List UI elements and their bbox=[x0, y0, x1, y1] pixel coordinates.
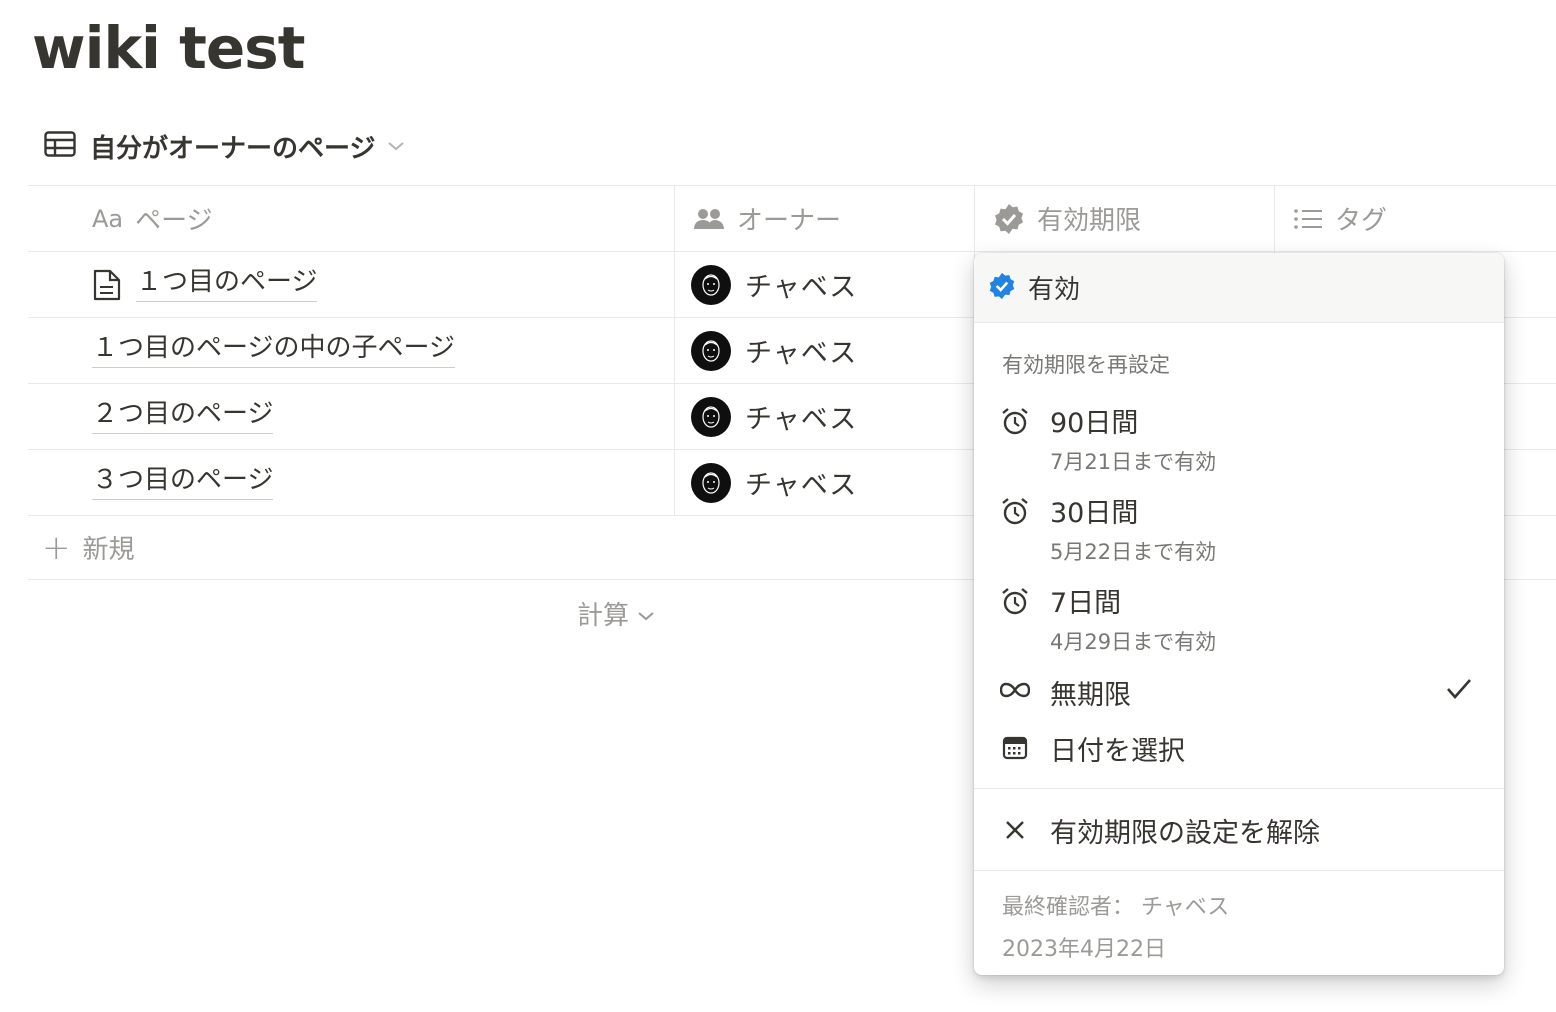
last-verified-date: 2023年4月22日 bbox=[1002, 937, 1166, 962]
verification-popup: 有効 有効期限を再設定 90日間 7月21日まで有効 30日間 5月22日まで有… bbox=[974, 253, 1504, 975]
column-header-tags[interactable]: タグ bbox=[1275, 186, 1556, 251]
document-icon bbox=[92, 268, 122, 302]
page-cell[interactable]: １つ目のページの中の子ページ bbox=[28, 318, 675, 383]
option-sublabel: 4月29日まで有効 bbox=[1050, 630, 1217, 654]
remove-verification-button[interactable]: 有効期限の設定を解除 bbox=[974, 811, 1504, 851]
page-name-link[interactable]: ２つ目のページ bbox=[92, 399, 274, 434]
verified-badge-icon bbox=[988, 272, 1016, 304]
new-row-label: 新規 bbox=[82, 535, 135, 565]
column-header-label: タグ bbox=[1335, 206, 1388, 236]
column-header-page[interactable]: Aa ページ bbox=[28, 186, 675, 251]
close-icon bbox=[1000, 819, 1030, 841]
column-header-verification[interactable]: 有効期限 bbox=[975, 186, 1275, 251]
list-icon bbox=[1293, 207, 1323, 231]
chevron-down-icon bbox=[387, 137, 405, 156]
option-label: 30日間 bbox=[1050, 498, 1139, 529]
view-tab-owned-pages[interactable]: 自分がオーナーのページ bbox=[44, 126, 405, 166]
page-cell[interactable]: ２つ目のページ bbox=[28, 384, 675, 449]
option-label: 無期限 bbox=[1050, 680, 1131, 711]
text-property-icon: Aa bbox=[92, 204, 124, 233]
remove-verification-label: 有効期限の設定を解除 bbox=[1050, 818, 1320, 849]
page-name-link[interactable]: １つ目のページの中の子ページ bbox=[92, 333, 455, 368]
page-title: wiki test bbox=[32, 14, 305, 82]
avatar bbox=[691, 264, 731, 305]
column-header-label: オーナー bbox=[737, 206, 842, 236]
table-icon bbox=[44, 131, 76, 161]
option-sublabel: 5月22日まで有効 bbox=[1050, 540, 1217, 564]
option-90-days[interactable]: 90日間 7月21日まで有効 bbox=[974, 401, 1504, 481]
option-label: 日付を選択 bbox=[1050, 736, 1185, 767]
owner-cell[interactable]: チャベス bbox=[675, 384, 975, 449]
option-sublabel: 7月21日まで有効 bbox=[1050, 450, 1217, 474]
owner-name: チャベス bbox=[745, 470, 858, 501]
verification-status-label: 有効 bbox=[1028, 275, 1081, 305]
owner-name: チャベス bbox=[745, 272, 858, 303]
people-icon bbox=[693, 207, 725, 231]
page-name-link[interactable]: ３つ目のページ bbox=[92, 465, 274, 500]
infinity-icon bbox=[1000, 681, 1030, 699]
divider bbox=[974, 788, 1504, 789]
owner-cell[interactable]: チャベス bbox=[675, 318, 975, 383]
page-cell[interactable]: １つ目のページ bbox=[28, 252, 675, 317]
option-7-days[interactable]: 7日間 4月29日まで有効 bbox=[974, 581, 1504, 661]
verified-badge-icon bbox=[993, 203, 1025, 235]
owner-name: チャベス bbox=[745, 404, 858, 435]
calendar-icon bbox=[1000, 735, 1030, 761]
column-header-label: ページ bbox=[135, 206, 213, 236]
page-cell[interactable]: ３つ目のページ bbox=[28, 450, 675, 515]
avatar bbox=[691, 396, 731, 437]
column-header-owner[interactable]: オーナー bbox=[675, 186, 975, 251]
alarm-clock-icon bbox=[1000, 497, 1030, 527]
option-pick-date[interactable]: 日付を選択 bbox=[974, 729, 1504, 769]
last-verified-by: 最終確認者： チャベス bbox=[1002, 895, 1230, 920]
checkmark-icon bbox=[1446, 677, 1472, 705]
option-indefinite[interactable]: 無期限 bbox=[974, 673, 1504, 713]
avatar bbox=[691, 330, 731, 371]
option-30-days[interactable]: 30日間 5月22日まで有効 bbox=[974, 491, 1504, 571]
alarm-clock-icon bbox=[1000, 587, 1030, 617]
calculate-label: 計算 bbox=[577, 601, 630, 631]
avatar bbox=[691, 462, 731, 503]
verification-status: 有効 bbox=[974, 253, 1504, 323]
owner-cell[interactable]: チャベス bbox=[675, 450, 975, 515]
chevron-down-icon bbox=[637, 599, 655, 629]
option-label: 90日間 bbox=[1050, 408, 1139, 439]
column-header-label: 有効期限 bbox=[1037, 206, 1142, 236]
page-name-link[interactable]: １つ目のページ bbox=[136, 267, 318, 302]
owner-cell[interactable]: チャベス bbox=[675, 252, 975, 317]
alarm-clock-icon bbox=[1000, 407, 1030, 437]
plus-icon: + bbox=[42, 527, 71, 568]
table-header-row: Aa ページ オーナー 有効期限 タグ bbox=[28, 185, 1556, 252]
divider bbox=[974, 870, 1504, 871]
calculate-button[interactable]: 計算 bbox=[577, 595, 655, 632]
option-label: 7日間 bbox=[1050, 588, 1122, 619]
section-label: 有効期限を再設定 bbox=[1002, 353, 1170, 377]
owner-name: チャベス bbox=[745, 338, 858, 369]
view-tab-label: 自分がオーナーのページ bbox=[90, 133, 376, 164]
